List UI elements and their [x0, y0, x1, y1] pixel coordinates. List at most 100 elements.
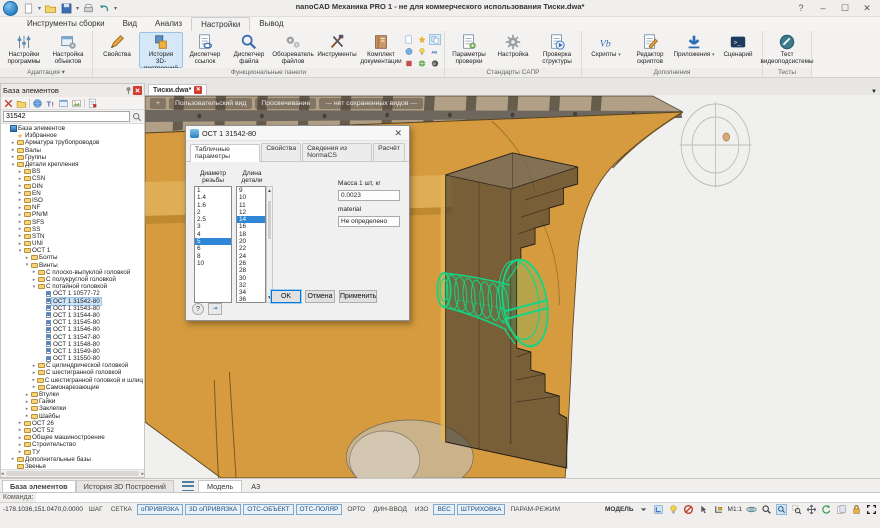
field-value-Масса 1 шт, кг[interactable]: 0.0023: [338, 190, 400, 201]
dropdown-caret-icon[interactable]: [638, 504, 649, 515]
panel-tab-История 3D Построений[interactable]: История 3D Построений: [76, 480, 174, 492]
sheet-tab-А3[interactable]: А3: [243, 481, 268, 492]
diameter-option-5[interactable]: 5: [195, 238, 231, 245]
help-button[interactable]: ?: [790, 0, 812, 16]
length-option-24[interactable]: 24: [237, 253, 265, 260]
zoom-win-icon[interactable]: [791, 504, 802, 515]
tree-item-NF[interactable]: ▸NF: [1, 204, 144, 211]
view-overlay-button-Пользовательский вид[interactable]: Пользовательский вид: [169, 98, 252, 109]
tree-item-ОСТ 52[interactable]: ▸ОСТ 52: [1, 427, 144, 434]
dialog-close-icon[interactable]: ✕: [391, 128, 405, 139]
length-list[interactable]: 9101112141618202224262830323436384042: [236, 186, 266, 303]
status-toggle-ПАРАМ-РЕЖИМ[interactable]: ПАРАМ-РЕЖИМ: [507, 505, 563, 514]
tree-item-Втулки[interactable]: ▸Втулки: [1, 391, 144, 398]
tree-item-ОСТ 1 31542-80[interactable]: ОСТ 1 31542-80: [1, 298, 144, 305]
tree-item-DIN[interactable]: ▸DIN: [1, 183, 144, 190]
length-option-26[interactable]: 26: [237, 260, 265, 267]
length-scrollbar[interactable]: ▲▼: [266, 186, 273, 303]
tree-item-Строительство[interactable]: ▸Строительство: [1, 441, 144, 448]
sheet-menu-icon[interactable]: [182, 481, 194, 491]
length-option-20[interactable]: 20: [237, 238, 265, 245]
length-option-36[interactable]: 36: [237, 296, 265, 303]
tree-item-Шайбы[interactable]: ▸Шайбы: [1, 413, 144, 420]
tree-item-Самонарезающие[interactable]: ▸Самонарезающие: [1, 384, 144, 391]
tree-item-ОСТ 1 31544-80[interactable]: ОСТ 1 31544-80: [1, 312, 144, 319]
diameter-option-4[interactable]: 4: [195, 231, 231, 238]
ribbon-button-Обозреватель файлов[interactable]: Обозревательфайлов: [271, 32, 315, 68]
mini-ab-icon[interactable]: AB: [429, 46, 441, 57]
diameter-option-3[interactable]: 3: [195, 223, 231, 230]
tree-item-ОСТ 1 31548-80[interactable]: ОСТ 1 31548-80: [1, 341, 144, 348]
menu-tab-Анализ[interactable]: Анализ: [146, 17, 191, 31]
mini-sphere-icon[interactable]: [403, 46, 415, 57]
dialog-title-bar[interactable]: ОСТ 1 31542-80 ✕: [186, 126, 409, 141]
diameter-option-1.4[interactable]: 1.4: [195, 194, 231, 201]
fullscreen-icon[interactable]: [866, 504, 877, 515]
dialog-tab-Сведения из NormaCS[interactable]: Сведения из NormaCS: [302, 143, 372, 161]
field-value-material[interactable]: Не определено: [338, 216, 400, 227]
length-option-22[interactable]: 22: [237, 245, 265, 252]
search-input[interactable]: [3, 111, 130, 122]
tree-item-PN/M[interactable]: ▸PN/M: [1, 211, 144, 218]
pan-icon[interactable]: [806, 504, 817, 515]
tree-item-ОСТ 1 31547-80[interactable]: ОСТ 1 31547-80: [1, 333, 144, 340]
sheets-icon[interactable]: [836, 504, 847, 515]
minimize-button[interactable]: –: [812, 0, 834, 16]
status-toggle-ОТС-ОБЪЕКТ[interactable]: ОТС-ОБЪЕКТ: [243, 504, 293, 515]
ribbon-button-Настройка[interactable]: Настройка: [491, 32, 535, 68]
regen-icon[interactable]: [821, 504, 832, 515]
status-toggle-ОТС-ПОЛЯР[interactable]: ОТС-ПОЛЯР: [296, 504, 343, 515]
ribbon-button-Диспетчер ссылок[interactable]: Диспетчерссылок: [183, 32, 227, 68]
status-toggle-ДИН-ВВОД[interactable]: ДИН-ВВОД: [370, 505, 410, 514]
length-option-12[interactable]: 12: [237, 209, 265, 216]
tree-item-Арматура трубопроводов[interactable]: ▸Арматура трубопроводов: [1, 139, 144, 146]
diameter-option-1[interactable]: 1: [195, 187, 231, 194]
length-option-34[interactable]: 34: [237, 289, 265, 296]
length-option-14[interactable]: 14: [237, 216, 265, 223]
length-option-9[interactable]: 9: [237, 187, 265, 194]
ribbon-button-Приложения[interactable]: Приложения ▾: [672, 32, 716, 68]
tree-item-EN[interactable]: ▸EN: [1, 190, 144, 197]
mini-bulb-icon[interactable]: [416, 46, 428, 57]
diameter-option-2.5[interactable]: 2.5: [195, 216, 231, 223]
view-overlay-button---- нет сохраненных видов ---[interactable]: --- нет сохраненных видов ---: [319, 98, 423, 109]
menu-tab-Настройки[interactable]: Настройки: [191, 17, 250, 31]
doc-red-icon[interactable]: [87, 98, 98, 109]
sheet-tab-Модель[interactable]: Модель: [198, 480, 242, 492]
length-option-18[interactable]: 18: [237, 231, 265, 238]
tree-item-С потайной головкой[interactable]: ▾С потайной головкой: [1, 283, 144, 290]
maximize-button[interactable]: ☐: [834, 0, 856, 16]
pin-icon[interactable]: [124, 86, 133, 95]
orbit-icon[interactable]: [746, 504, 757, 515]
search-icon[interactable]: [132, 111, 142, 122]
dialog-tab-Расчёт[interactable]: Расчёт: [373, 143, 405, 161]
tree-item-ОСТ 1[interactable]: ▾ОСТ 1: [1, 247, 144, 254]
tree-item-ОСТ 1 31546-80[interactable]: ОСТ 1 31546-80: [1, 326, 144, 333]
length-option-10[interactable]: 10: [237, 194, 265, 201]
ribbon-button-История 3D-построений[interactable]: История3D-построений: [139, 32, 183, 68]
sphere-icon[interactable]: [32, 98, 43, 109]
tree-item-ОСТ 1 10577-72[interactable]: ОСТ 1 10577-72: [1, 290, 144, 297]
menu-tab-Вид[interactable]: Вид: [114, 17, 146, 31]
dialog-help-button[interactable]: ?: [192, 303, 204, 315]
view-overlay-button-+[interactable]: +: [150, 98, 166, 109]
status-toggle-СЕТКА[interactable]: СЕТКА: [108, 505, 135, 514]
folder-icon[interactable]: [16, 98, 27, 109]
scale-indicator[interactable]: М1:1: [728, 506, 742, 513]
ribbon-button-Настройка объектов[interactable]: Настройкаобъектов: [46, 32, 90, 68]
tree-item-Валы[interactable]: ▸Валы: [1, 147, 144, 154]
status-toggle-ШАГ[interactable]: ШАГ: [86, 505, 106, 514]
tree-item-BS[interactable]: ▸BS: [1, 168, 144, 175]
tree-item-CSN[interactable]: ▸CSN: [1, 175, 144, 182]
length-option-16[interactable]: 16: [237, 223, 265, 230]
length-option-32[interactable]: 32: [237, 282, 265, 289]
tree-item-Дополнительные базы[interactable]: ▸Дополнительные базы: [1, 456, 144, 463]
length-option-28[interactable]: 28: [237, 267, 265, 274]
zoom-icon[interactable]: [761, 504, 772, 515]
document-close-icon[interactable]: ✕: [194, 86, 202, 94]
dialog-tab-Табличные параметры[interactable]: Табличные параметры: [190, 144, 260, 162]
status-toggle-оПРИВЯЗКА[interactable]: оПРИВЯЗКА: [137, 504, 183, 515]
tree-item-SS[interactable]: ▸SS: [1, 226, 144, 233]
tree-horizontal-scrollbar[interactable]: ◂▸: [1, 469, 144, 477]
ribbon-button-Тест видеоподсистемы[interactable]: Тествидеоподсистемы: [765, 32, 809, 68]
